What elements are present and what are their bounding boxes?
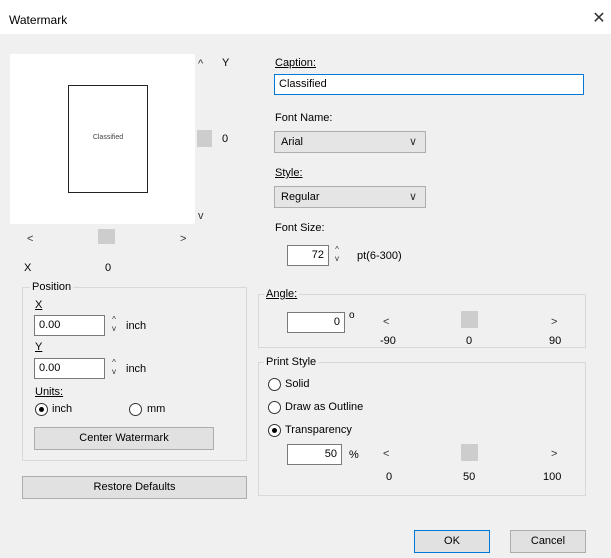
transparency-mid: 50 (463, 471, 476, 483)
chevron-right-icon[interactable]: > (551, 448, 557, 460)
style-label: Style: (275, 167, 303, 179)
preview-page: Classified (68, 85, 148, 193)
transparency-slider-thumb[interactable] (461, 444, 478, 461)
percent-symbol: % (349, 449, 359, 461)
angle-label: Angle: (264, 288, 300, 300)
center-watermark-button[interactable]: Center Watermark (34, 427, 214, 450)
angle-max: 90 (549, 335, 562, 347)
position-x-label: X (35, 299, 43, 311)
position-y-label: Y (35, 341, 43, 353)
unit-mm-radio[interactable] (129, 403, 142, 416)
solid-label: Solid (285, 378, 310, 390)
angle-slider-thumb[interactable] (461, 311, 478, 328)
units-label: Units: (35, 386, 64, 398)
position-y-unit: inch (126, 363, 147, 375)
close-icon[interactable]: ✕ (587, 8, 611, 30)
outline-radio[interactable] (268, 401, 281, 414)
position-y-spinner-icon[interactable]: ^ v (108, 358, 120, 379)
chevron-down-icon[interactable]: v (198, 210, 204, 222)
style-value: Regular (281, 191, 320, 203)
position-group-label: Position (30, 281, 74, 293)
chevron-right-icon[interactable]: > (180, 233, 186, 245)
unit-mm-label: mm (147, 403, 166, 415)
transparency-input[interactable]: 50 (287, 444, 342, 465)
position-y-input[interactable]: 0.00 (34, 358, 105, 379)
ok-button[interactable]: OK (414, 530, 490, 553)
chevron-left-icon[interactable]: < (383, 316, 389, 328)
cancel-button[interactable]: Cancel (510, 530, 586, 553)
y-value: 0 (222, 133, 229, 145)
transparency-radio[interactable] (268, 424, 281, 437)
chevron-down-icon: ∨ (408, 136, 417, 148)
font-size-range: pt(6-300) (357, 250, 402, 262)
degree-symbol: o (349, 310, 355, 321)
watermark-preview: Classified (10, 54, 195, 224)
chevron-right-icon[interactable]: > (551, 316, 557, 328)
position-x-unit: inch (126, 320, 147, 332)
dialog-title: Watermark (9, 13, 68, 27)
font-size-input[interactable]: 72 (287, 245, 329, 266)
caption-input[interactable]: Classified (274, 74, 584, 95)
font-name-label: Font Name: (275, 112, 333, 124)
position-x-input[interactable]: 0.00 (34, 315, 105, 336)
x-axis-label: X (24, 262, 32, 274)
outline-label: Draw as Outline (285, 401, 364, 413)
transparency-label: Transparency (285, 424, 352, 436)
unit-inch-label: inch (52, 403, 73, 415)
transparency-max: 100 (543, 471, 562, 483)
font-size-spinner-icon[interactable]: ^ v (331, 245, 343, 266)
font-name-value: Arial (281, 136, 304, 148)
y-axis-label: Y (222, 57, 230, 69)
angle-mid: 0 (466, 335, 473, 347)
title-bar: Watermark ✕ (0, 0, 611, 34)
chevron-up-icon[interactable]: ^ (198, 58, 203, 70)
chevron-left-icon[interactable]: < (27, 233, 33, 245)
watermark-dialog: Watermark ✕ Classified ^ Y 0 v < > X 0 P… (0, 0, 611, 558)
print-style-label: Print Style (264, 356, 319, 368)
unit-inch-radio[interactable] (35, 403, 48, 416)
font-name-select[interactable]: Arial ∨ (274, 131, 426, 153)
x-slider-thumb[interactable] (98, 229, 115, 244)
transparency-min: 0 (386, 471, 393, 483)
angle-input[interactable]: 0 (287, 312, 345, 333)
x-value: 0 (105, 262, 112, 274)
solid-radio[interactable] (268, 378, 281, 391)
restore-defaults-button[interactable]: Restore Defaults (22, 476, 247, 499)
angle-min: -90 (380, 335, 396, 347)
font-size-label: Font Size: (275, 222, 325, 234)
chevron-left-icon[interactable]: < (383, 448, 389, 460)
chevron-down-icon: ∨ (408, 191, 417, 203)
preview-page-caption: Classified (92, 134, 124, 141)
y-slider-thumb[interactable] (197, 130, 212, 147)
style-select[interactable]: Regular ∨ (274, 186, 426, 208)
caption-label: Caption: (275, 57, 316, 69)
position-x-spinner-icon[interactable]: ^ v (108, 315, 120, 336)
